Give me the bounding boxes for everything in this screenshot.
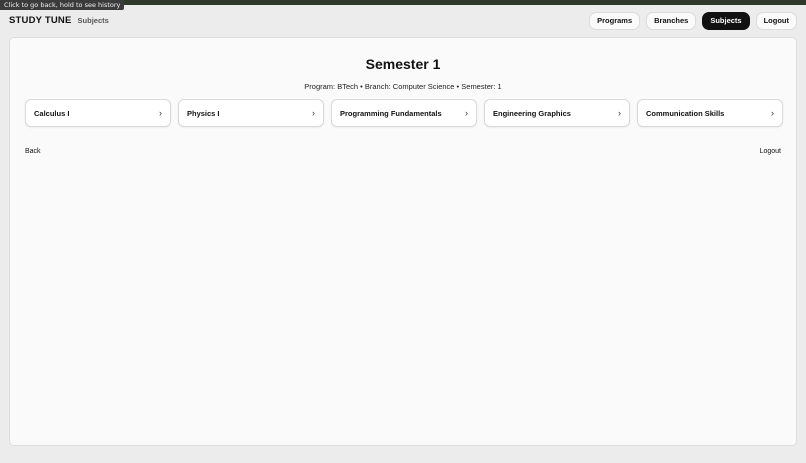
logout-link[interactable]: Logout	[760, 148, 781, 155]
chevron-right-icon: ›	[312, 107, 315, 118]
subject-card[interactable]: Programming Fundamentals ›	[331, 99, 477, 127]
subject-card-label: Engineering Graphics	[493, 108, 571, 118]
subject-card-label: Calculus I	[34, 108, 70, 118]
main-panel: Semester 1 Program: BTech • Branch: Comp…	[9, 37, 797, 446]
program-breadcrumb: Program: BTech • Branch: Computer Scienc…	[304, 82, 502, 91]
top-nav: Programs Branches Subjects Logout	[589, 11, 797, 30]
subject-card-label: Programming Fundamentals	[340, 108, 442, 118]
chevron-right-icon: ›	[618, 107, 621, 118]
chevron-right-icon: ›	[771, 107, 774, 118]
subject-card-label: Communication Skills	[646, 108, 725, 118]
subject-card[interactable]: Calculus I ›	[25, 99, 171, 127]
subject-card[interactable]: Physics I ›	[178, 99, 324, 127]
back-link[interactable]: Back	[25, 148, 41, 155]
subject-list: Calculus I › Physics I › Programming Fun…	[25, 99, 783, 127]
nav-logout-button[interactable]: Logout	[755, 11, 797, 30]
subject-card-label: Physics I	[187, 108, 220, 118]
chevron-right-icon: ›	[465, 107, 468, 118]
back-button-tooltip: Click to go back, hold to see history	[0, 0, 125, 10]
subject-card[interactable]: Communication Skills ›	[637, 99, 783, 127]
brand: STUDY TUNE Subjects	[9, 15, 109, 26]
nav-subjects-button[interactable]: Subjects	[702, 11, 750, 30]
chevron-right-icon: ›	[159, 107, 162, 118]
section-label: Subjects	[77, 16, 109, 25]
brand-name[interactable]: STUDY TUNE	[9, 15, 72, 26]
nav-branches-button[interactable]: Branches	[646, 11, 697, 30]
subject-card[interactable]: Engineering Graphics ›	[484, 99, 630, 127]
nav-programs-button[interactable]: Programs	[589, 11, 641, 30]
page-title: Semester 1	[365, 56, 441, 72]
